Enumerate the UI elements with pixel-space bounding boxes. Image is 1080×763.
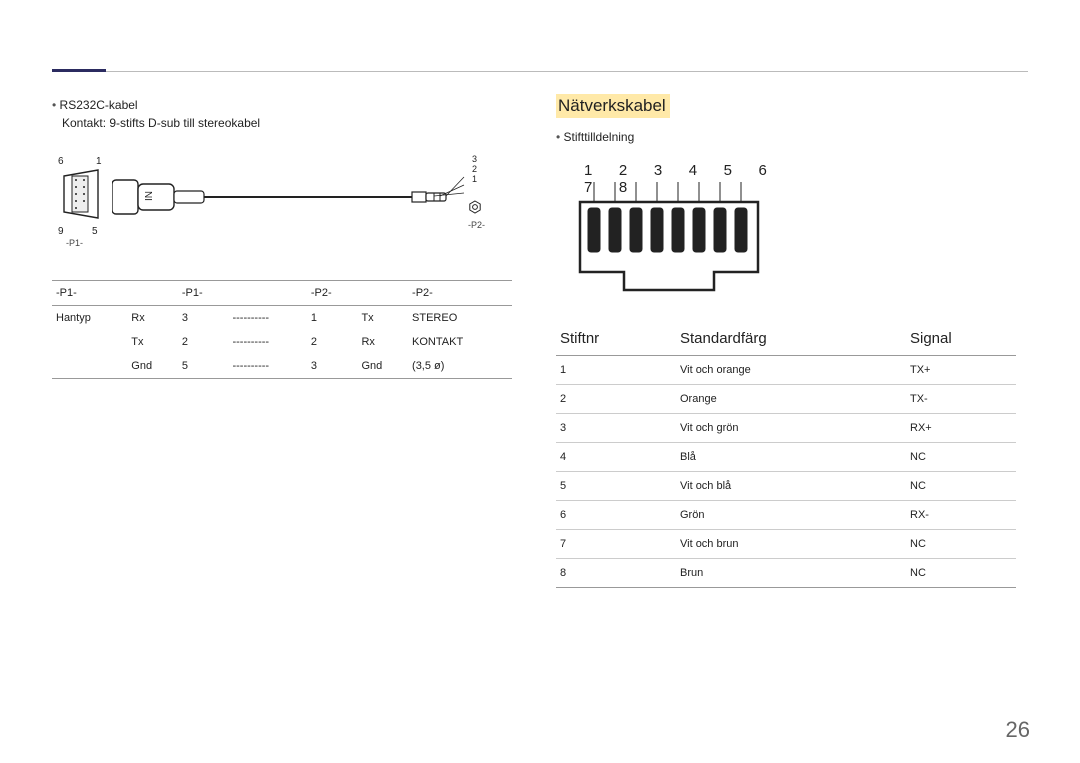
- table-cell: Vit och grön: [676, 414, 906, 443]
- table-cell: Rx: [357, 330, 408, 354]
- table-cell: 3: [178, 306, 229, 330]
- table-cell: Vit och blå: [676, 472, 906, 501]
- table-cell: 5: [556, 472, 676, 501]
- table-row: 6 Grön RX-: [556, 501, 1016, 530]
- jack-pin2: 2: [472, 164, 477, 174]
- table-cell: Hantyp: [52, 306, 127, 330]
- table-row: 8 Brun NC: [556, 559, 1016, 588]
- header-rule: [52, 58, 1028, 72]
- hex-nut-icon: [468, 200, 482, 214]
- p2-label: -P2-: [468, 220, 485, 230]
- table-cell: 8: [556, 559, 676, 588]
- rs232-subline: Kontakt: 9-stifts D-sub till stereokabel: [62, 116, 512, 130]
- dsub-pin9-label: 9: [58, 226, 64, 237]
- table-cell: Grön: [676, 501, 906, 530]
- table-cell: 2: [307, 330, 358, 354]
- network-pin-table: Stiftnr Standardfärg Signal 1 Vit och or…: [556, 322, 1016, 588]
- rs232-cable-diagram: 6 1 9 5 -P1-: [52, 146, 492, 266]
- dsub-pin5-label: 5: [92, 226, 98, 237]
- table-cell: TX+: [906, 356, 1016, 385]
- svg-text:IN: IN: [144, 191, 155, 201]
- ptable-h0: -P1-: [52, 281, 127, 306]
- table-cell: [52, 354, 127, 379]
- table-row: 5 Vit och blå NC: [556, 472, 1016, 501]
- table-cell: Vit och orange: [676, 356, 906, 385]
- dsub-pin6-label: 6: [58, 156, 64, 167]
- rj45-connector-icon: [574, 182, 764, 302]
- ntable-head-signal: Signal: [906, 322, 1016, 356]
- rj45-diagram: 1 2 3 4 5 6 7 8: [574, 162, 784, 302]
- table-row: 1 Vit och orange TX+: [556, 356, 1016, 385]
- jack-pin1: 1: [472, 174, 477, 184]
- table-cell: NC: [906, 472, 1016, 501]
- table-cell: Blå: [676, 443, 906, 472]
- ptable-h1: -P1-: [178, 281, 229, 306]
- ntable-head-pin: Stiftnr: [556, 322, 676, 356]
- table-cell: NC: [906, 443, 1016, 472]
- header-accent: [52, 69, 106, 72]
- table-cell: NC: [906, 530, 1016, 559]
- table-row: 3 Vit och grön RX+: [556, 414, 1016, 443]
- table-cell: NC: [906, 559, 1016, 588]
- ptable-h3: -P2-: [307, 281, 358, 306]
- table-cell: 1: [556, 356, 676, 385]
- table-cell: TX-: [906, 385, 1016, 414]
- table-cell: Tx: [357, 306, 408, 330]
- table-cell: KONTAKT: [408, 330, 512, 354]
- table-cell: 2: [556, 385, 676, 414]
- table-cell: 7: [556, 530, 676, 559]
- table-cell: STEREO: [408, 306, 512, 330]
- table-cell: 2: [178, 330, 229, 354]
- pin-assignment-bullet: Stifttilldelning: [556, 130, 1016, 144]
- ptable-h4: -P2-: [408, 281, 512, 306]
- table-cell: 6: [556, 501, 676, 530]
- jack-pin3: 3: [472, 154, 477, 164]
- rs232-bullet: RS232C-kabel: [52, 98, 512, 112]
- table-cell: Tx: [127, 330, 178, 354]
- rs232-pin-table: -P1- -P1- -P2- -P2- Hantyp Rx 3 --------…: [52, 280, 512, 379]
- ptable-h2: [228, 281, 306, 306]
- table-cell: Vit och brun: [676, 530, 906, 559]
- table-cell: RX-: [906, 501, 1016, 530]
- table-cell: (3,5 ø): [408, 354, 512, 379]
- table-cell: ----------: [228, 354, 306, 379]
- table-row: 7 Vit och brun NC: [556, 530, 1016, 559]
- ntable-head-color: Standardfärg: [676, 322, 906, 356]
- table-cell: Rx: [127, 306, 178, 330]
- p1-label: -P1-: [66, 238, 83, 248]
- table-cell: Brun: [676, 559, 906, 588]
- cable-jack-icon: IN: [112, 174, 466, 224]
- table-cell: 5: [178, 354, 229, 379]
- dsub-pin1-label: 1: [96, 156, 102, 167]
- page-number: 26: [1006, 717, 1030, 743]
- jack-pin-labels: 3 2 1: [472, 154, 477, 184]
- table-cell: 3: [307, 354, 358, 379]
- dsub-connector-icon: [62, 168, 100, 220]
- table-cell: 4: [556, 443, 676, 472]
- table-cell: Gnd: [127, 354, 178, 379]
- table-cell: Orange: [676, 385, 906, 414]
- table-row: 4 Blå NC: [556, 443, 1016, 472]
- table-row: 2 Orange TX-: [556, 385, 1016, 414]
- table-cell: ----------: [228, 306, 306, 330]
- table-cell: ----------: [228, 330, 306, 354]
- network-cable-heading: Nätverkskabel: [556, 94, 670, 118]
- table-cell: 3: [556, 414, 676, 443]
- table-cell: [52, 330, 127, 354]
- table-cell: 1: [307, 306, 358, 330]
- table-cell: Gnd: [357, 354, 408, 379]
- table-cell: RX+: [906, 414, 1016, 443]
